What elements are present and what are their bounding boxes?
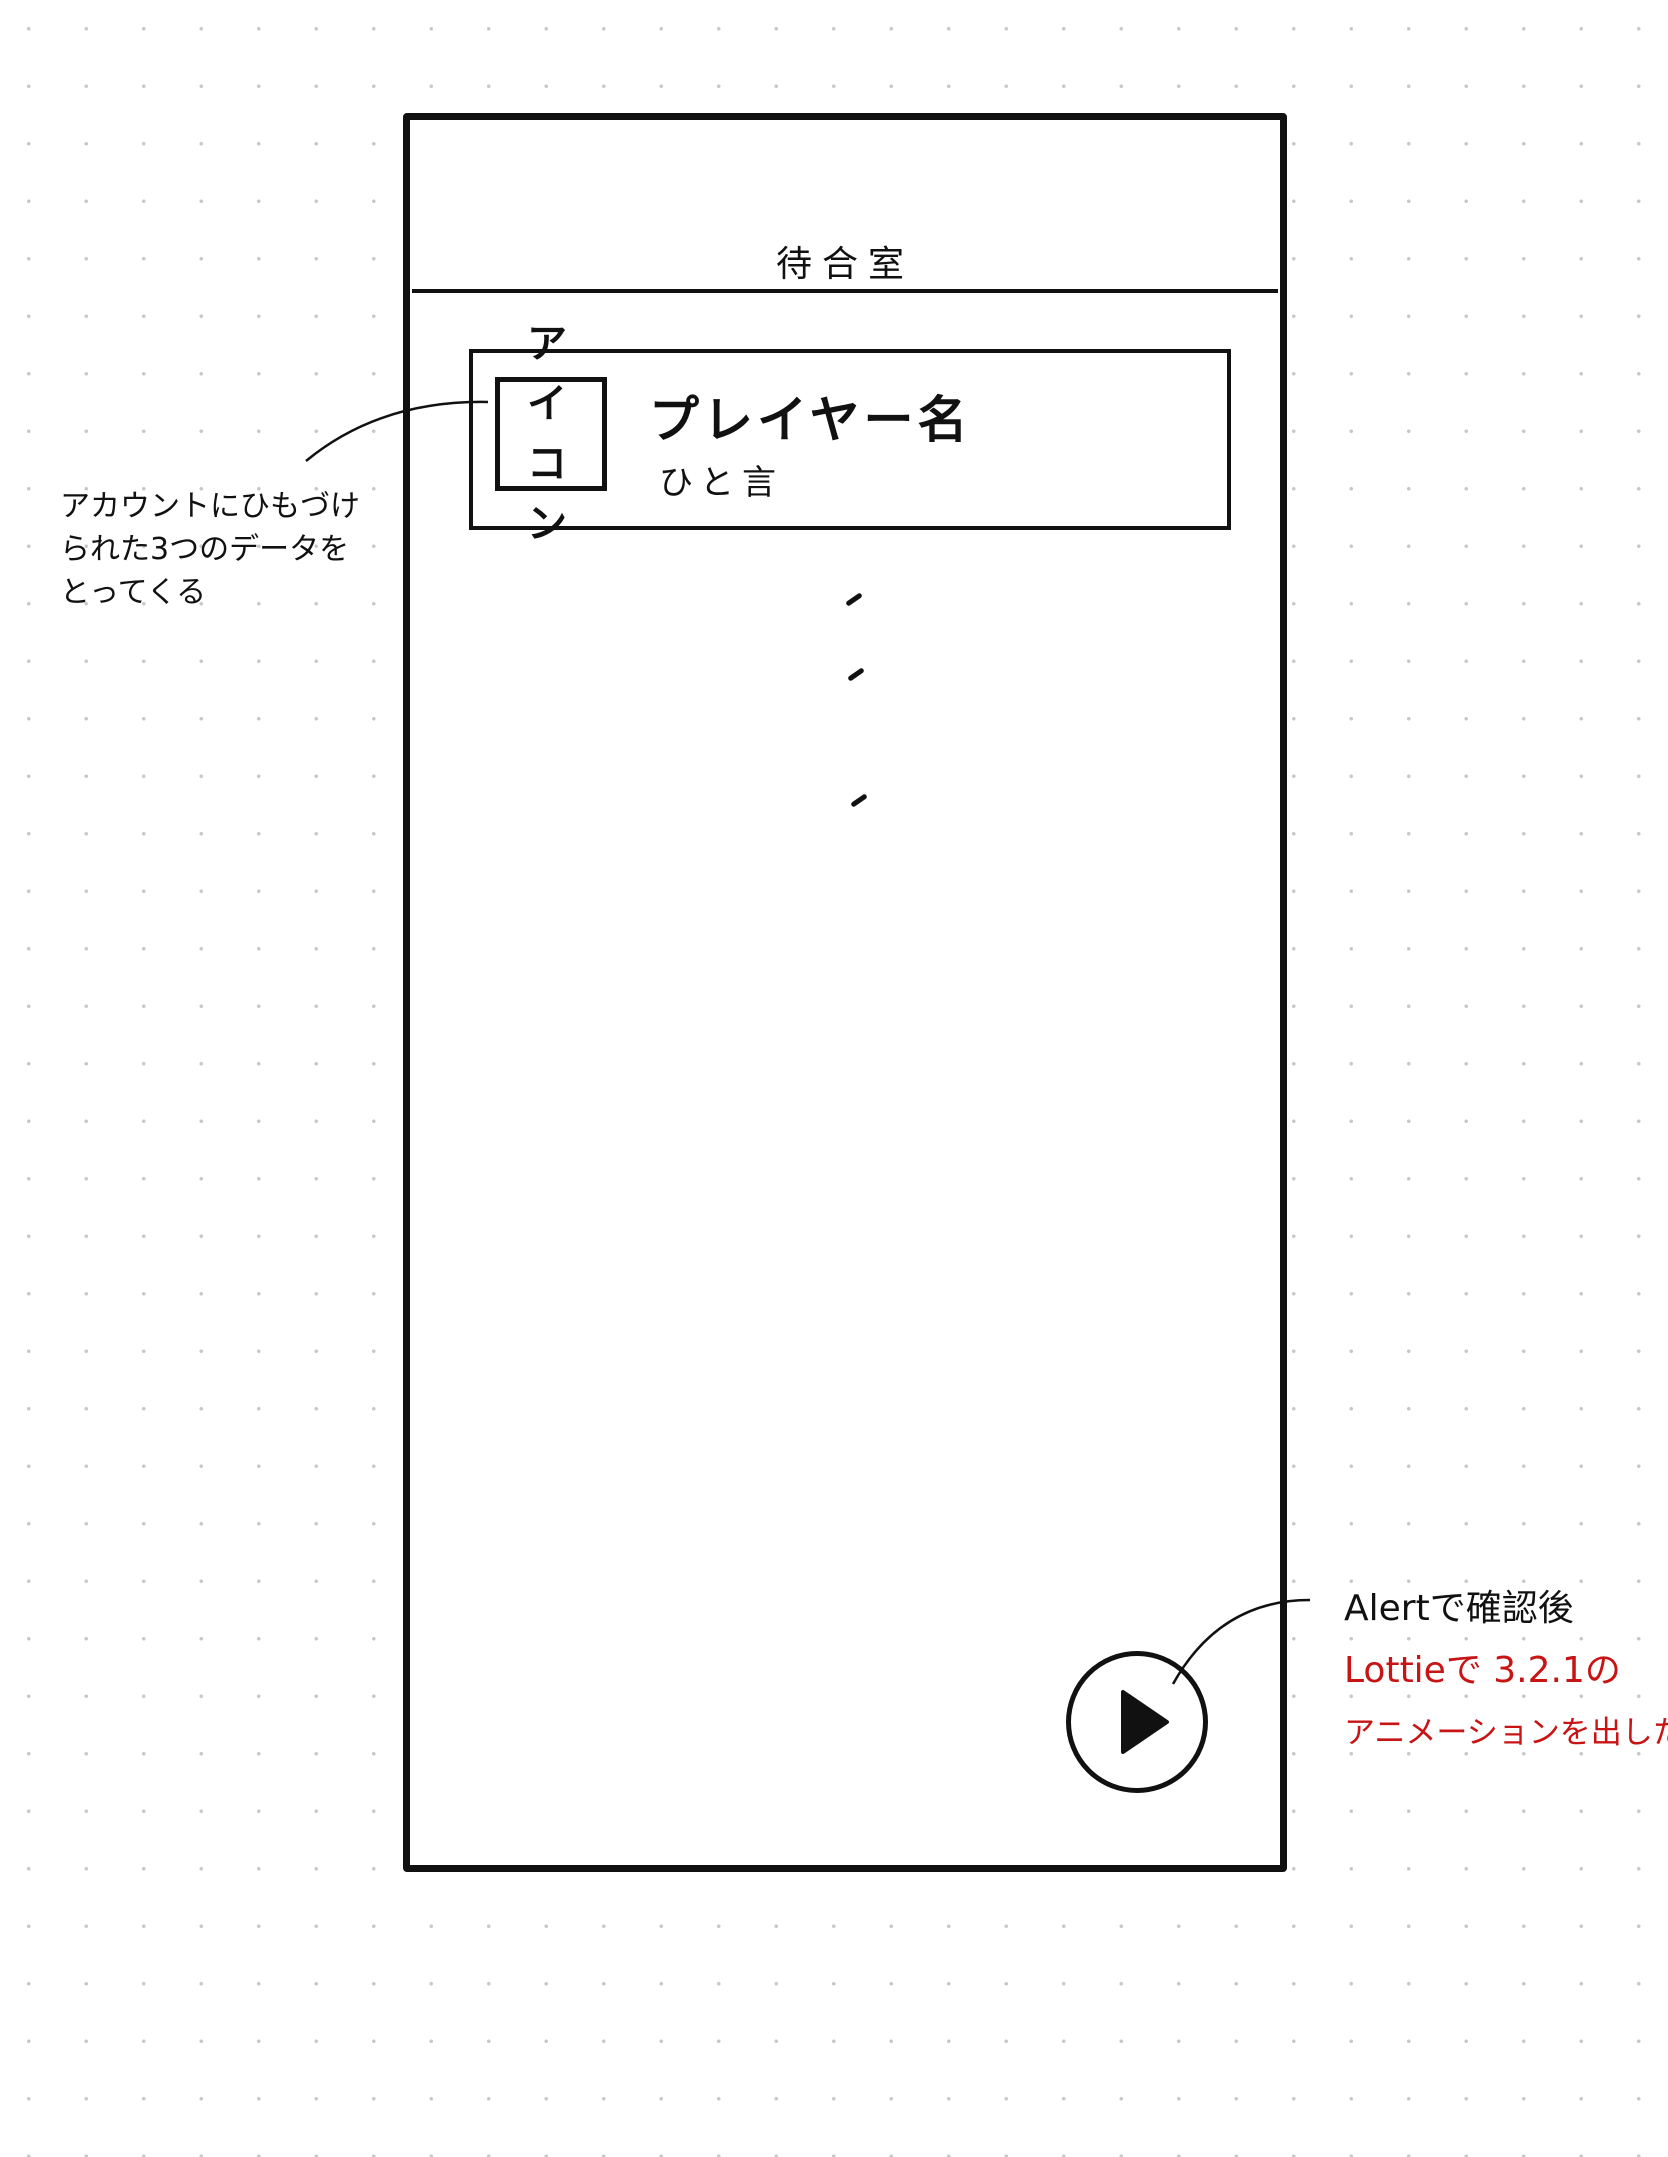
card-note-line: られた3つのデータを xyxy=(60,532,350,567)
annotation-connectors xyxy=(305,400,1311,1685)
card-note-line: アカウントにひもづけ xyxy=(60,489,360,524)
card-note-line: とってくる xyxy=(60,575,207,610)
play-note-red-line: アニメーションを出したい xyxy=(1344,1715,1668,1751)
play-annotation: Alertで確認後 Lottieで 3.2.1の アニメーションを出したい xyxy=(1344,1578,1668,1764)
card-annotation: アカウントにひもづけ られた3つのデータを とってくる xyxy=(60,485,360,614)
play-annotation-connector xyxy=(1171,1598,1311,1685)
play-note-line: Alertで確認後 xyxy=(1344,1588,1574,1629)
play-note-red-line: Lottieで 3.2.1の xyxy=(1344,1650,1621,1691)
card-annotation-connector xyxy=(305,400,489,462)
